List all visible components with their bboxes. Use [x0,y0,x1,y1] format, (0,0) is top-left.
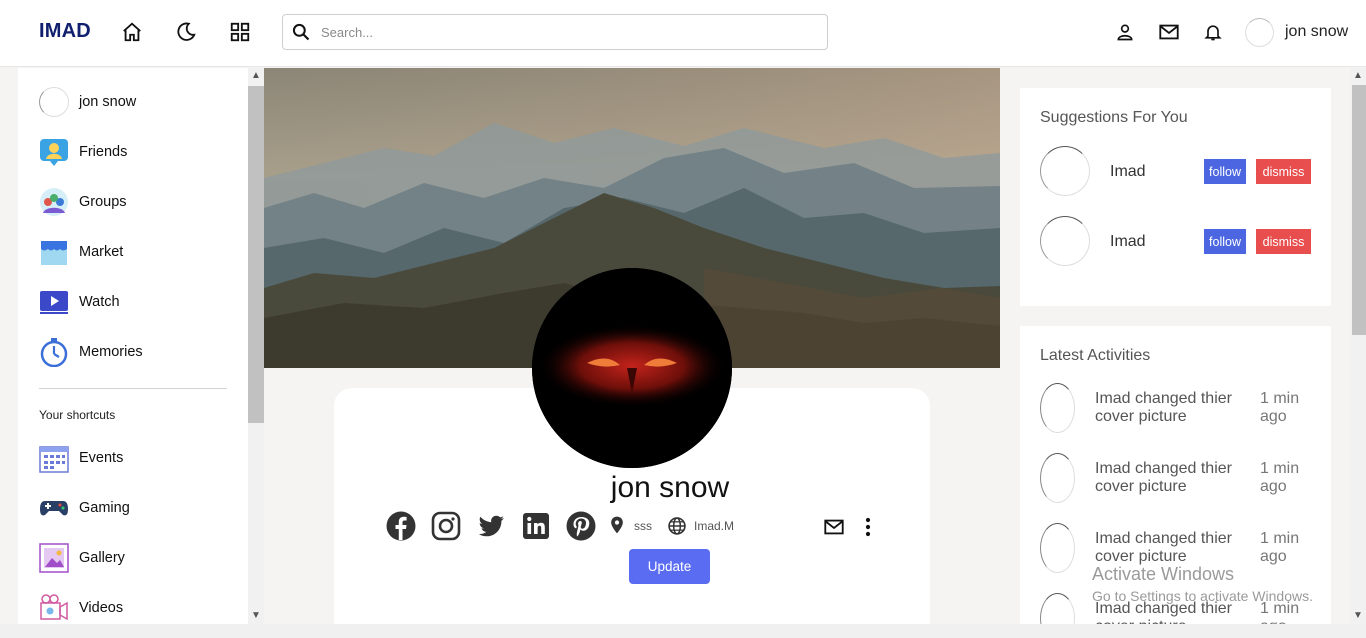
sidebar-item-label: Gallery [79,550,125,566]
home-icon[interactable] [120,20,144,44]
facebook-icon[interactable] [386,511,416,541]
avatar[interactable] [1040,453,1075,503]
moon-icon[interactable] [174,20,198,44]
sidebar-divider [39,388,227,389]
watch-icon [39,287,69,317]
sidebar-item-label: Memories [79,344,143,360]
shortcuts-heading: Your shortcuts [39,408,116,422]
globe-icon [668,517,686,535]
groups-icon [39,187,69,217]
grid-icon[interactable] [228,20,252,44]
scrollbar-thumb[interactable] [248,86,264,423]
scroll-up-icon[interactable]: ▲ [251,71,261,81]
sidebar-item-label: Events [79,450,124,466]
dismiss-button[interactable]: dismiss [1256,229,1311,254]
profile-name: jon snow [610,471,730,504]
avatar[interactable] [1040,523,1075,573]
activity-time: 1 min ago [1260,460,1300,495]
sidebar-item-videos[interactable]: Videos [39,592,239,624]
activation-watermark-title: Activate Windows [1092,564,1235,584]
events-icon [39,443,69,473]
activity-text: Imad changed thier cover picture [1095,460,1232,495]
search-icon [292,23,310,41]
avatar[interactable] [1040,383,1075,433]
header-username[interactable]: jon snow [1285,23,1348,41]
sidebar-item-memories[interactable]: Memories [39,336,239,368]
more-vertical-icon[interactable] [858,516,878,538]
sidebar-item-groups[interactable]: Groups [39,186,239,218]
gallery-icon [39,543,69,573]
sidebar-item-label: Gaming [79,500,130,516]
sidebar-item-friends[interactable]: Friends [39,136,239,168]
twitter-icon[interactable] [476,511,506,541]
activity-text: Imad changed thier cover picture [1095,530,1232,565]
avatar [39,87,69,117]
sidebar-item-events[interactable]: Events [39,442,239,474]
sidebar-item-label: Groups [79,194,127,210]
sidebar-scrollbar[interactable]: ▲ ▼ [248,68,264,624]
mail-icon[interactable] [1157,20,1181,44]
videos-icon [39,593,69,623]
avatar[interactable] [1040,593,1075,624]
sidebar-item-gaming[interactable]: Gaming [39,492,239,524]
horizontal-scrollbar[interactable] [0,624,1366,638]
search-input[interactable] [321,19,811,45]
scrollbar-thumb[interactable] [1352,85,1366,335]
update-button[interactable]: Update [629,549,710,584]
follow-button[interactable]: follow [1204,159,1246,184]
sidebar-item-gallery[interactable]: Gallery [39,542,239,574]
activity-text: Imad changed thier cover picture [1095,390,1232,425]
suggestions-panel: Suggestions For You Imad follow dismiss … [1020,88,1331,306]
sidebar-item-label: Watch [79,294,120,310]
follow-button[interactable]: follow [1204,229,1246,254]
activation-watermark-text: Go to Settings to activate Windows. [1092,588,1313,604]
mail-icon[interactable] [822,516,846,538]
linkedin-icon[interactable] [521,511,551,541]
suggestion-item: Imad follow dismiss [1040,216,1311,266]
profile-picture[interactable] [532,268,732,468]
avatar[interactable] [1245,18,1274,47]
scroll-up-icon[interactable]: ▲ [1353,71,1363,81]
memories-icon [39,337,69,367]
profile-website[interactable]: Imad.M [694,519,734,533]
logo[interactable]: IMAD [39,20,91,43]
sidebar-item-label: jon snow [79,94,137,110]
instagram-icon[interactable] [431,511,461,541]
sidebar-item-market[interactable]: Market [39,236,239,268]
scroll-down-icon[interactable]: ▼ [251,611,261,621]
sidebar-item-label: Market [79,244,124,260]
dismiss-button[interactable]: dismiss [1256,159,1311,184]
bell-icon[interactable] [1201,20,1225,44]
page-scrollbar[interactable]: ▲ ▼ [1350,68,1366,624]
sidebar-item-profile[interactable]: jon snow [39,86,239,118]
left-sidebar: jon snow Friends Groups Market Watch Mem… [18,68,248,624]
search-bar [282,14,828,50]
activity-item: Imad changed thier cover picture 1 min a… [1040,453,1311,503]
scroll-down-icon[interactable]: ▼ [1353,611,1363,621]
person-icon[interactable] [1113,20,1137,44]
activities-title: Latest Activities [1040,347,1151,364]
sidebar-item-label: Videos [79,600,124,616]
market-icon [39,237,69,267]
avatar[interactable] [1040,216,1090,266]
activity-time: 1 min ago [1260,530,1300,565]
gaming-icon [39,493,69,523]
sidebar-item-label: Friends [79,144,128,160]
suggestion-name[interactable]: Imad [1110,163,1146,181]
pinterest-icon[interactable] [566,511,596,541]
top-bar: IMAD jon snow [0,0,1366,67]
activity-item: Imad changed thier cover picture 1 min a… [1040,383,1311,433]
sidebar-item-watch[interactable]: Watch [39,286,239,318]
activity-time: 1 min ago [1260,390,1300,425]
suggestions-title: Suggestions For You [1040,109,1188,126]
suggestion-name[interactable]: Imad [1110,233,1146,251]
friends-icon [39,137,69,167]
location-pin-icon [611,516,623,534]
avatar[interactable] [1040,146,1090,196]
profile-location: sss [634,519,652,533]
suggestion-item: Imad follow dismiss [1040,146,1311,196]
